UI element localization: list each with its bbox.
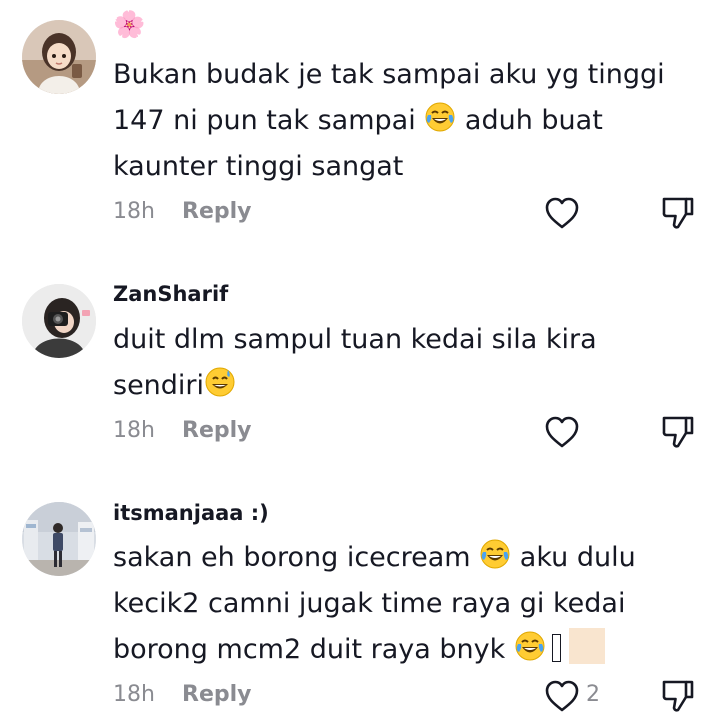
avatar[interactable] <box>22 502 96 576</box>
grinning-face-with-sweat-icon <box>205 367 235 397</box>
reply-button[interactable]: Reply <box>182 418 252 443</box>
avatar[interactable] <box>22 20 96 94</box>
reply-button[interactable]: Reply <box>182 682 252 707</box>
username[interactable]: itsmanjaaa :) <box>113 501 269 525</box>
comment-line: kecik2 camni jugak time raya gi kedai <box>113 588 626 619</box>
comment-time: 18h <box>113 418 155 443</box>
comment-line-with-emoji: sendiri <box>113 363 693 409</box>
comment-time: 18h <box>113 199 155 224</box>
thumbs-down-outline-icon[interactable] <box>660 677 696 715</box>
comment-line-text: sendiri <box>113 370 205 401</box>
comment-line-with-emoji: borong mcm2 duit raya bnyk <box>113 627 693 673</box>
heart-outline-icon[interactable] <box>543 414 581 450</box>
comment-line-with-emoji: sakan eh borong icecream aku dulu <box>113 535 693 581</box>
face-with-tears-of-joy-icon <box>480 539 510 569</box>
unsupported-glyph-box <box>551 634 561 662</box>
comment-time: 18h <box>113 682 155 707</box>
comment-text: sakan eh borong icecream aku dulu kecik2… <box>113 535 693 673</box>
avatar[interactable] <box>22 284 96 358</box>
comment-line-text: sakan eh borong icecream <box>113 542 471 573</box>
comment-line: kaunter tinggi sangat <box>113 151 404 182</box>
comment-line-text: aku dulu <box>519 542 636 573</box>
comment-text: duit dlm sampul tuan kedai sila kira sen… <box>113 317 693 409</box>
username[interactable]: ZanSharif <box>113 282 228 306</box>
skin-tone-swatch-icon <box>568 628 605 664</box>
comment-line-with-emoji: 147 ni pun tak sampai aduh buat <box>113 98 693 144</box>
face-with-tears-of-joy-icon <box>515 631 545 661</box>
comment-line: Bukan budak je tak sampai aku yg tinggi <box>113 59 665 90</box>
heart-outline-icon[interactable] <box>543 195 581 231</box>
username[interactable]: 🌸 <box>113 10 145 40</box>
comment-line-text: 147 ni pun tak sampai <box>113 105 416 136</box>
thumbs-down-outline-icon[interactable] <box>660 194 696 232</box>
like-count: 2 <box>586 682 600 707</box>
comment-meta: 18h Reply <box>113 682 413 712</box>
thumbs-down-outline-icon[interactable] <box>660 413 696 451</box>
reply-button[interactable]: Reply <box>182 199 252 224</box>
comment-meta: 18h Reply <box>113 418 413 448</box>
comment-meta: 18h Reply <box>113 199 413 229</box>
comment-line-text: aduh buat <box>464 105 603 136</box>
heart-outline-icon[interactable] <box>543 678 581 714</box>
comment-text: Bukan budak je tak sampai aku yg tinggi … <box>113 52 693 190</box>
comment-line-text: borong mcm2 duit raya bnyk <box>113 634 506 665</box>
face-with-tears-of-joy-icon <box>425 102 455 132</box>
comment-line: duit dlm sampul tuan kedai sila kira <box>113 324 597 355</box>
